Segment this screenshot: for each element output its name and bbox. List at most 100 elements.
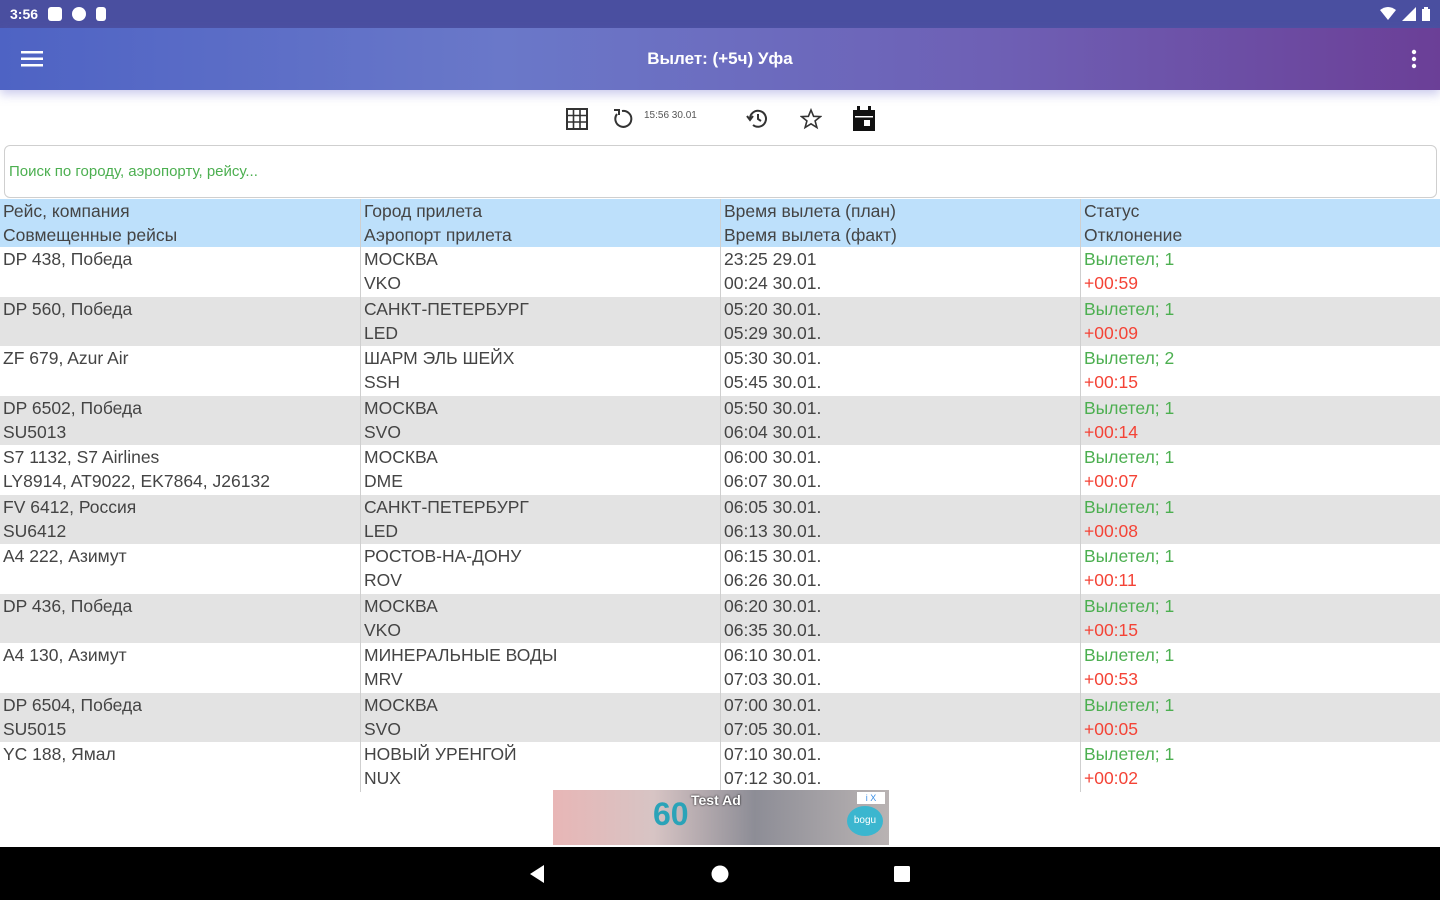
codeshare <box>3 766 360 790</box>
arrival-city: МОСКВА <box>364 447 438 467</box>
arrival-airport: DME <box>364 471 403 491</box>
calendar-icon <box>853 106 875 131</box>
ad-banner[interactable]: 60 Test Ad i X bogu <box>553 790 889 845</box>
refresh-icon <box>614 109 633 128</box>
departure-fact: 07:05 30.01. <box>724 718 822 739</box>
header-city[interactable]: Город прилета Аэропорт прилета <box>360 199 720 247</box>
table-row[interactable]: DP 438, Победа МОСКВА VKO 23:25 29.01 00:2… <box>0 247 1440 297</box>
table-row[interactable]: S7 1132, S7 Airlines LY8914, AT9022, EK78… <box>0 445 1440 495</box>
arrival-airport: LED <box>364 520 399 541</box>
grid-icon <box>566 108 588 130</box>
departure-fact: 05:29 30.01. <box>724 322 822 343</box>
flight-name: ZF 679, Azur Air <box>3 348 129 368</box>
arrival-city: САНКТ-ПЕТЕРБУРГ <box>364 496 529 517</box>
table-row[interactable]: YC 188, Ямал НОВЫЙ УРЕНГОЙ NUX 07:10 30.0… <box>0 742 1440 792</box>
arrival-airport: MRV <box>364 669 403 689</box>
sim-icon <box>48 7 63 21</box>
back-icon <box>530 865 544 883</box>
deviation: +00:11 <box>1084 570 1137 590</box>
deviation: +00:08 <box>1084 520 1139 541</box>
header-status[interactable]: Статус Отклонение <box>1080 199 1440 247</box>
status-bar: 3:56 <box>0 0 1440 28</box>
arrival-airport: LED <box>364 322 399 343</box>
flight-name: YC 188, Ямал <box>3 744 116 764</box>
ad-big-text: 60 <box>653 796 689 832</box>
table-row[interactable]: DP 436, Победа МОСКВА VKO 06:20 30.01. 06:… <box>0 593 1440 643</box>
departure-plan: 23:25 29.01 <box>724 249 817 269</box>
flights-table: Рейс, компания Совмещенные рейсы Город п… <box>0 199 1440 792</box>
deviation: +00:53 <box>1084 669 1139 689</box>
arrival-airport: SVO <box>364 718 401 739</box>
codeshare <box>3 618 360 642</box>
table-row[interactable]: DP 6504, Победа SU5015 МОСКВА SVO 07:00 30… <box>0 692 1440 742</box>
table-row[interactable]: ZF 679, Azur Air ШАРМ ЭЛЬ ШЕЙХ SSH 05:30 … <box>0 346 1440 396</box>
departure-plan: 07:00 30.01. <box>724 694 822 715</box>
storage-icon <box>96 7 107 21</box>
table-row[interactable]: DP 560, Победа САНКТ-ПЕТЕРБУРГ LED 05:20 … <box>0 296 1440 346</box>
flight-status: Вылетел; 1 <box>1084 249 1175 269</box>
hamburger-menu-button[interactable] <box>0 28 64 90</box>
flight-name: FV 6412, Россия <box>3 496 137 517</box>
arrival-city: ШАРМ ЭЛЬ ШЕЙХ <box>364 348 515 368</box>
flight-status: Вылетел; 2 <box>1084 348 1175 368</box>
departure-plan: 06:20 30.01. <box>724 595 822 616</box>
grid-view-button[interactable] <box>562 104 592 134</box>
search-input[interactable] <box>5 146 1436 197</box>
deviation: +00:14 <box>1084 421 1139 442</box>
battery-icon <box>1422 7 1430 21</box>
arrival-airport: NUX <box>364 768 401 788</box>
codeshare <box>3 667 360 691</box>
flight-name: S7 1132, S7 Airlines <box>3 447 160 467</box>
flight-status: Вылетел; 1 <box>1084 496 1175 517</box>
flight-status: Вылетел; 1 <box>1084 694 1175 715</box>
home-button[interactable] <box>707 861 733 887</box>
calendar-button[interactable] <box>849 104 879 134</box>
favorites-button[interactable] <box>796 104 826 134</box>
ad-close-button[interactable]: i X <box>857 792 885 804</box>
arrival-city: МОСКВА <box>364 694 438 715</box>
refresh-button[interactable] <box>607 104 637 134</box>
more-options-button[interactable] <box>1402 28 1426 90</box>
departure-fact: 05:45 30.01. <box>724 372 822 392</box>
table-row[interactable]: A4 222, Азимут РОСТОВ-НА-ДОНУ ROV 06:15 3… <box>0 544 1440 594</box>
toolbar: 15:56 30.01 <box>0 98 1440 138</box>
table-row[interactable]: A4 130, Азимут МИНЕРАЛЬНЫЕ ВОДЫ MRV 06:10… <box>0 643 1440 693</box>
codeshare: SU5015 <box>3 718 67 739</box>
codeshare <box>3 271 360 295</box>
codeshare <box>3 370 360 394</box>
flight-status: Вылетел; 1 <box>1084 447 1175 467</box>
arrival-airport: ROV <box>364 570 402 590</box>
flight-status: Вылетел; 1 <box>1084 744 1175 764</box>
arrival-airport: SSH <box>364 372 400 392</box>
table-row[interactable]: FV 6412, Россия SU6412 САНКТ-ПЕТЕРБУРГ LED… <box>0 494 1440 544</box>
flight-status: Вылетел; 1 <box>1084 645 1175 665</box>
departure-plan: 07:10 30.01. <box>724 744 822 764</box>
departure-fact: 07:03 30.01. <box>724 669 822 689</box>
arrival-airport: VKO <box>364 273 401 293</box>
deviation: +00:07 <box>1084 471 1139 491</box>
ad-label: Test Ad <box>691 792 741 808</box>
flight-name: DP 6502, Победа <box>3 397 142 418</box>
departure-fact: 06:26 30.01. <box>724 570 822 590</box>
hamburger-menu-icon <box>21 51 43 67</box>
p-icon <box>72 7 87 21</box>
departure-plan: 06:10 30.01. <box>724 645 822 665</box>
table-row[interactable]: DP 6502, Победа SU5013 МОСКВА SVO 05:50 30… <box>0 395 1440 445</box>
header-time[interactable]: Время вылета (план) Время вылета (факт) <box>720 199 1080 247</box>
back-button[interactable] <box>524 861 550 887</box>
recents-button[interactable] <box>889 861 915 887</box>
deviation: +00:15 <box>1084 619 1139 640</box>
status-time: 3:56 <box>10 6 39 22</box>
updated-time: 15:56 30.01 <box>644 110 697 121</box>
deviation: +00:02 <box>1084 768 1139 788</box>
departure-plan: 06:00 30.01. <box>724 447 822 467</box>
header-flight[interactable]: Рейс, компания Совмещенные рейсы <box>0 199 360 247</box>
flight-status: Вылетел; 1 <box>1084 546 1175 566</box>
departure-plan: 05:50 30.01. <box>724 397 822 418</box>
history-button[interactable] <box>742 104 772 134</box>
arrival-city: МОСКВА <box>364 595 438 616</box>
flight-status: Вылетел; 1 <box>1084 595 1175 616</box>
arrival-city: МОСКВА <box>364 249 438 269</box>
deviation: +00:09 <box>1084 322 1139 343</box>
ad-logo: bogu <box>847 806 883 836</box>
